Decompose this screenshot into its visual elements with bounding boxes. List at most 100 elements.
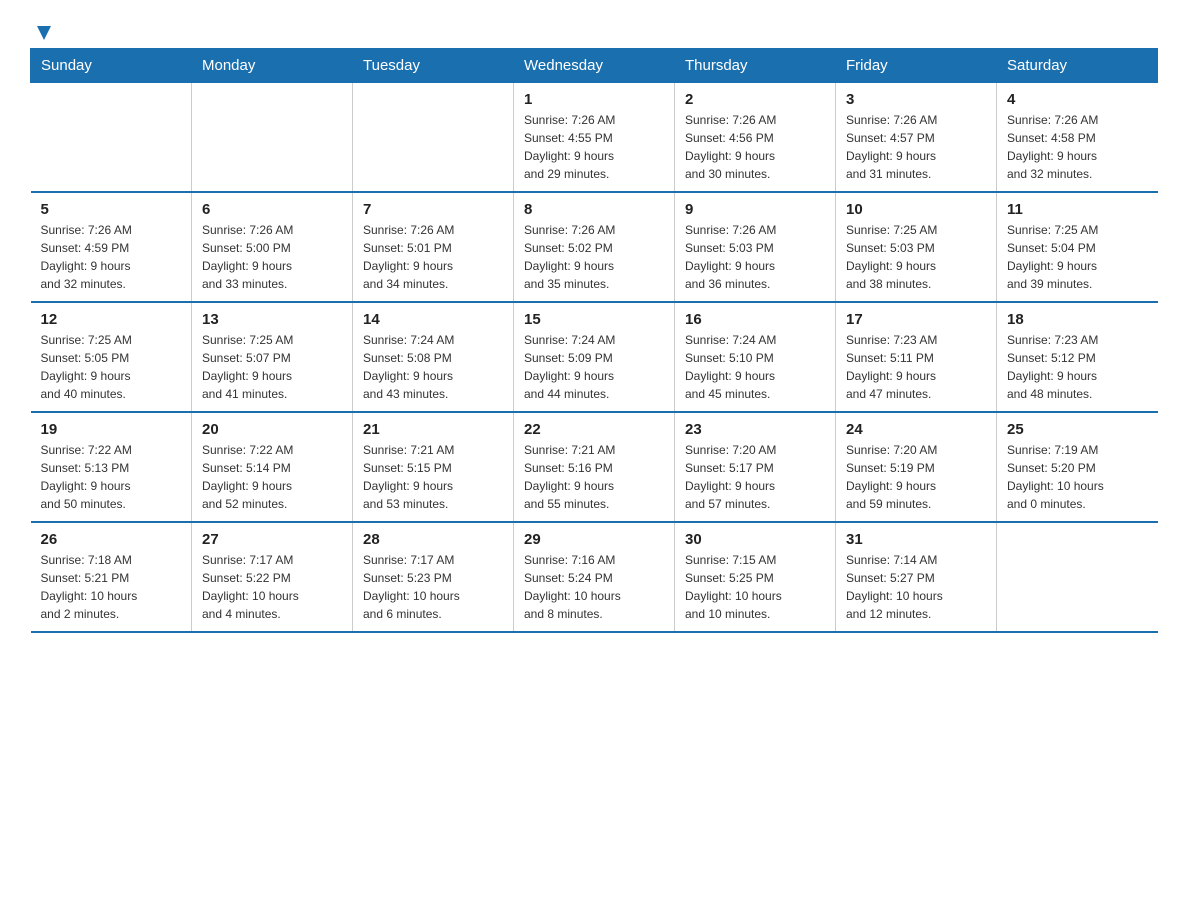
day-number: 5 <box>41 201 182 218</box>
weekday-header-monday: Monday <box>192 49 353 83</box>
calendar-cell: 28 Sunrise: 7:17 AM Sunset: 5:23 PM Dayli… <box>353 522 514 632</box>
calendar-week-5: 26 Sunrise: 7:18 AM Sunset: 5:21 PM Dayli… <box>31 522 1158 632</box>
weekday-header-wednesday: Wednesday <box>514 49 675 83</box>
day-info: Sunrise: 7:21 AM Sunset: 5:16 PM Dayligh… <box>524 441 664 513</box>
calendar-cell: 6 Sunrise: 7:26 AM Sunset: 5:00 PM Daylig… <box>192 192 353 302</box>
day-number: 2 <box>685 91 825 108</box>
day-number: 4 <box>1007 91 1148 108</box>
calendar-cell: 5 Sunrise: 7:26 AM Sunset: 4:59 PM Daylig… <box>31 192 192 302</box>
day-number: 22 <box>524 421 664 438</box>
calendar-cell: 8Sunrise: 7:26 AM Sunset: 5:02 PM Daylig… <box>514 192 675 302</box>
day-number: 14 <box>363 311 503 328</box>
calendar-cell: 29 Sunrise: 7:16 AM Sunset: 5:24 PM Dayli… <box>514 522 675 632</box>
logo <box>30 20 55 38</box>
calendar-cell: 9 Sunrise: 7:26 AM Sunset: 5:03 PM Daylig… <box>675 192 836 302</box>
day-info: Sunrise: 7:16 AM Sunset: 5:24 PM Dayligh… <box>524 551 664 623</box>
day-info: Sunrise: 7:17 AM Sunset: 5:23 PM Dayligh… <box>363 551 503 623</box>
calendar-cell: 2 Sunrise: 7:26 AM Sunset: 4:56 PM Daylig… <box>675 83 836 193</box>
day-number: 1 <box>524 91 664 108</box>
calendar-cell: 18 Sunrise: 7:23 AM Sunset: 5:12 PM Dayli… <box>997 302 1158 412</box>
calendar-cell: 21 Sunrise: 7:21 AM Sunset: 5:15 PM Dayli… <box>353 412 514 522</box>
calendar-cell: 3 Sunrise: 7:26 AM Sunset: 4:57 PM Daylig… <box>836 83 997 193</box>
day-number: 21 <box>363 421 503 438</box>
day-number: 16 <box>685 311 825 328</box>
day-number: 19 <box>41 421 182 438</box>
day-info: Sunrise: 7:19 AM Sunset: 5:20 PM Dayligh… <box>1007 441 1148 513</box>
calendar-cell: 14 Sunrise: 7:24 AM Sunset: 5:08 PM Dayli… <box>353 302 514 412</box>
calendar-week-1: 1 Sunrise: 7:26 AM Sunset: 4:55 PM Daylig… <box>31 83 1158 193</box>
weekday-header-thursday: Thursday <box>675 49 836 83</box>
day-info: Sunrise: 7:26 AM Sunset: 5:03 PM Dayligh… <box>685 221 825 293</box>
day-info: Sunrise: 7:22 AM Sunset: 5:14 PM Dayligh… <box>202 441 342 513</box>
calendar-cell: 31 Sunrise: 7:14 AM Sunset: 5:27 PM Dayli… <box>836 522 997 632</box>
day-info: Sunrise: 7:26 AM Sunset: 5:02 PM Dayligh… <box>524 221 664 293</box>
day-info: Sunrise: 7:20 AM Sunset: 5:17 PM Dayligh… <box>685 441 825 513</box>
weekday-header-friday: Friday <box>836 49 997 83</box>
day-info: Sunrise: 7:14 AM Sunset: 5:27 PM Dayligh… <box>846 551 986 623</box>
calendar-week-2: 5 Sunrise: 7:26 AM Sunset: 4:59 PM Daylig… <box>31 192 1158 302</box>
day-number: 18 <box>1007 311 1148 328</box>
day-number: 17 <box>846 311 986 328</box>
day-number: 29 <box>524 531 664 548</box>
calendar-cell: 1 Sunrise: 7:26 AM Sunset: 4:55 PM Daylig… <box>514 83 675 193</box>
day-info: Sunrise: 7:26 AM Sunset: 4:59 PM Dayligh… <box>41 221 182 293</box>
day-number: 25 <box>1007 421 1148 438</box>
calendar-cell: 15 Sunrise: 7:24 AM Sunset: 5:09 PM Dayli… <box>514 302 675 412</box>
page-header <box>30 20 1158 38</box>
weekday-header-tuesday: Tuesday <box>353 49 514 83</box>
calendar-cell: 16 Sunrise: 7:24 AM Sunset: 5:10 PM Dayli… <box>675 302 836 412</box>
calendar-cell <box>353 83 514 193</box>
day-info: Sunrise: 7:17 AM Sunset: 5:22 PM Dayligh… <box>202 551 342 623</box>
day-number: 26 <box>41 531 182 548</box>
calendar-cell: 13Sunrise: 7:25 AM Sunset: 5:07 PM Dayli… <box>192 302 353 412</box>
day-info: Sunrise: 7:15 AM Sunset: 5:25 PM Dayligh… <box>685 551 825 623</box>
day-number: 28 <box>363 531 503 548</box>
calendar-cell: 30Sunrise: 7:15 AM Sunset: 5:25 PM Dayli… <box>675 522 836 632</box>
day-info: Sunrise: 7:26 AM Sunset: 5:00 PM Dayligh… <box>202 221 342 293</box>
day-number: 20 <box>202 421 342 438</box>
day-info: Sunrise: 7:24 AM Sunset: 5:10 PM Dayligh… <box>685 331 825 403</box>
calendar-cell <box>192 83 353 193</box>
day-number: 15 <box>524 311 664 328</box>
day-info: Sunrise: 7:24 AM Sunset: 5:08 PM Dayligh… <box>363 331 503 403</box>
day-info: Sunrise: 7:20 AM Sunset: 5:19 PM Dayligh… <box>846 441 986 513</box>
calendar-week-3: 12 Sunrise: 7:25 AM Sunset: 5:05 PM Dayli… <box>31 302 1158 412</box>
calendar-cell: 11Sunrise: 7:25 AM Sunset: 5:04 PM Dayli… <box>997 192 1158 302</box>
calendar-cell: 4 Sunrise: 7:26 AM Sunset: 4:58 PM Daylig… <box>997 83 1158 193</box>
day-number: 31 <box>846 531 986 548</box>
day-info: Sunrise: 7:18 AM Sunset: 5:21 PM Dayligh… <box>41 551 182 623</box>
day-info: Sunrise: 7:23 AM Sunset: 5:12 PM Dayligh… <box>1007 331 1148 403</box>
calendar-cell: 7 Sunrise: 7:26 AM Sunset: 5:01 PM Daylig… <box>353 192 514 302</box>
calendar-cell: 23Sunrise: 7:20 AM Sunset: 5:17 PM Dayli… <box>675 412 836 522</box>
day-info: Sunrise: 7:26 AM Sunset: 5:01 PM Dayligh… <box>363 221 503 293</box>
day-info: Sunrise: 7:24 AM Sunset: 5:09 PM Dayligh… <box>524 331 664 403</box>
day-info: Sunrise: 7:26 AM Sunset: 4:55 PM Dayligh… <box>524 111 664 183</box>
day-number: 11 <box>1007 201 1148 218</box>
day-number: 9 <box>685 201 825 218</box>
day-info: Sunrise: 7:26 AM Sunset: 4:58 PM Dayligh… <box>1007 111 1148 183</box>
day-number: 6 <box>202 201 342 218</box>
calendar-cell <box>997 522 1158 632</box>
calendar-table: SundayMondayTuesdayWednesdayThursdayFrid… <box>30 48 1158 633</box>
weekday-header-sunday: Sunday <box>31 49 192 83</box>
day-info: Sunrise: 7:26 AM Sunset: 4:56 PM Dayligh… <box>685 111 825 183</box>
day-number: 24 <box>846 421 986 438</box>
calendar-week-4: 19 Sunrise: 7:22 AM Sunset: 5:13 PM Dayli… <box>31 412 1158 522</box>
day-info: Sunrise: 7:25 AM Sunset: 5:05 PM Dayligh… <box>41 331 182 403</box>
calendar-cell <box>31 83 192 193</box>
day-info: Sunrise: 7:26 AM Sunset: 4:57 PM Dayligh… <box>846 111 986 183</box>
calendar-cell: 20 Sunrise: 7:22 AM Sunset: 5:14 PM Dayli… <box>192 412 353 522</box>
logo-triangle-icon <box>33 22 55 44</box>
day-number: 7 <box>363 201 503 218</box>
calendar-cell: 12 Sunrise: 7:25 AM Sunset: 5:05 PM Dayli… <box>31 302 192 412</box>
day-number: 12 <box>41 311 182 328</box>
day-info: Sunrise: 7:22 AM Sunset: 5:13 PM Dayligh… <box>41 441 182 513</box>
day-info: Sunrise: 7:25 AM Sunset: 5:07 PM Dayligh… <box>202 331 342 403</box>
calendar-cell: 19 Sunrise: 7:22 AM Sunset: 5:13 PM Dayli… <box>31 412 192 522</box>
calendar-cell: 17Sunrise: 7:23 AM Sunset: 5:11 PM Dayli… <box>836 302 997 412</box>
calendar-cell: 10Sunrise: 7:25 AM Sunset: 5:03 PM Dayli… <box>836 192 997 302</box>
day-number: 3 <box>846 91 986 108</box>
day-info: Sunrise: 7:21 AM Sunset: 5:15 PM Dayligh… <box>363 441 503 513</box>
calendar-cell: 25 Sunrise: 7:19 AM Sunset: 5:20 PM Dayli… <box>997 412 1158 522</box>
calendar-cell: 22 Sunrise: 7:21 AM Sunset: 5:16 PM Dayli… <box>514 412 675 522</box>
